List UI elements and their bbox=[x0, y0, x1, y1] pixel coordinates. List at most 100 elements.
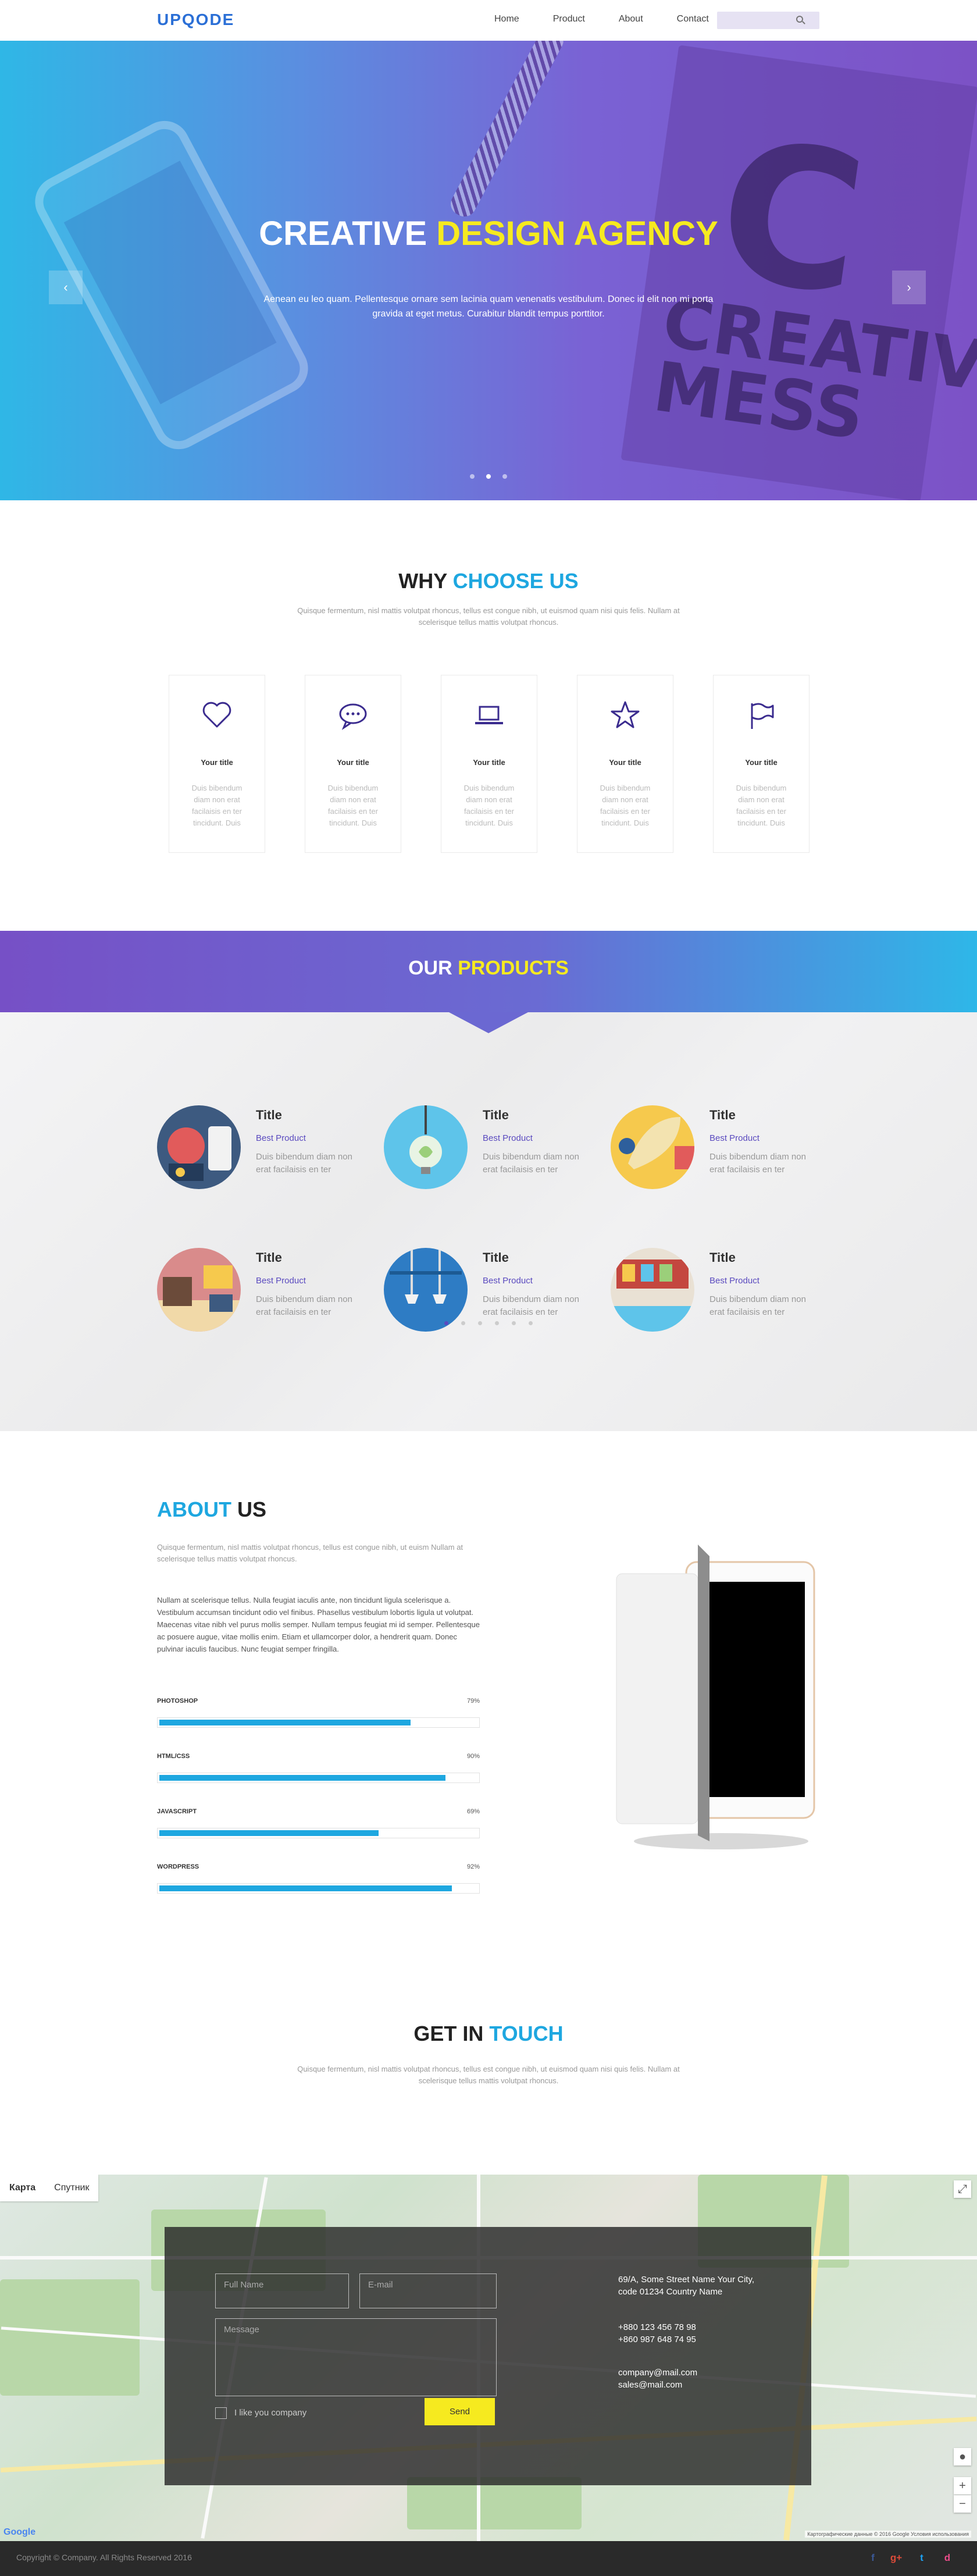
dribbble-icon[interactable]: d bbox=[941, 2552, 954, 2564]
message-field[interactable]: Message bbox=[215, 2318, 497, 2396]
pagination-dot[interactable] bbox=[478, 1321, 482, 1325]
skill-bar bbox=[157, 1828, 480, 1838]
chevron-left-icon: ‹ bbox=[63, 280, 68, 294]
map-type-tabs: Карта Спутник bbox=[0, 2175, 99, 2201]
slider-dots bbox=[0, 471, 977, 482]
about-section: ABOUT US Quisque fermentum, nisl mattis … bbox=[0, 1431, 977, 1983]
skill-bar-fill bbox=[159, 1830, 379, 1836]
skill-bar bbox=[157, 1883, 480, 1894]
product-text: Duis bibendum diam non erat facilaisis e… bbox=[483, 1294, 579, 1317]
pen-illustration bbox=[447, 41, 568, 221]
product-image-bulb bbox=[384, 1105, 468, 1189]
pagination-dot[interactable] bbox=[461, 1321, 465, 1325]
fullscreen-icon[interactable]: ⤢ bbox=[954, 2180, 971, 2198]
skill-bar-fill bbox=[159, 1775, 446, 1781]
feature-card[interactable]: Your title Duis bibendum diam non erat f… bbox=[305, 675, 401, 853]
nav-about[interactable]: About bbox=[619, 14, 643, 24]
contact-form-panel: Full Name E-mail Message I like you comp… bbox=[165, 2227, 811, 2485]
product-text: Duis bibendum diam non erat facilaisis e… bbox=[709, 1294, 806, 1317]
product-text: Duis bibendum diam non erat facilaisis e… bbox=[483, 1152, 579, 1175]
product-subtitle: Best Product bbox=[709, 1276, 760, 1286]
laptop-icon bbox=[475, 706, 503, 724]
search-icon[interactable] bbox=[796, 16, 803, 23]
nav-home[interactable]: Home bbox=[494, 14, 519, 24]
hero-text: Aenean eu leo quam. Pellentesque ornare … bbox=[263, 294, 714, 319]
zoom-out-button[interactable]: − bbox=[954, 2495, 971, 2513]
slider-next-button[interactable]: › bbox=[892, 271, 926, 304]
contact-emails: company@mail.com sales@mail.com bbox=[618, 2368, 698, 2390]
skill-bar-fill bbox=[159, 1720, 411, 1725]
why-section: WHY CHOOSE US Quisque fermentum, nisl ma… bbox=[0, 500, 977, 931]
zoom-in-button[interactable]: + bbox=[954, 2477, 971, 2495]
card-title: Your title bbox=[609, 758, 641, 767]
hero-slider: C CREATIVE MESS CREATIVE DESIGN AGENCY A… bbox=[0, 41, 977, 500]
main-nav: Home Product About Contact bbox=[494, 14, 743, 24]
about-body: Nullam at scelerisque tellus. Nulla feug… bbox=[157, 1596, 480, 1653]
products-section: OUR PRODUCTS Title Best Product Duis bib… bbox=[0, 931, 977, 1431]
pagination-dot[interactable] bbox=[495, 1321, 499, 1325]
chat-icon bbox=[339, 703, 367, 730]
product-item[interactable]: Title Best Product Duis bibendum diam no… bbox=[611, 1105, 820, 1193]
logo[interactable]: UPQODE bbox=[157, 10, 234, 29]
feature-card[interactable]: Your title Duis bibendum diam non erat f… bbox=[577, 675, 673, 853]
product-image-rocket bbox=[611, 1105, 694, 1189]
skill-wordpress: WORDPRESS 92% bbox=[157, 1863, 480, 1894]
skill-label: JAVASCRIPT bbox=[157, 1808, 197, 1815]
twitter-icon[interactable]: t bbox=[915, 2552, 928, 2564]
product-item[interactable]: Title Best Product Duis bibendum diam no… bbox=[157, 1105, 366, 1193]
site-footer: Copyright © Company. All Rights Reserved… bbox=[0, 2541, 977, 2576]
checkbox-label: I like you company bbox=[234, 2408, 307, 2418]
feature-card[interactable]: Your title Duis bibendum diam non erat f… bbox=[713, 675, 810, 853]
card-text: Duis bibendum diam non erat facilaisis e… bbox=[463, 784, 515, 827]
chevron-right-icon: › bbox=[907, 280, 911, 294]
product-title: Title bbox=[256, 1250, 282, 1265]
site-header: UPQODE Home Product About Contact bbox=[0, 0, 977, 41]
product-subtitle: Best Product bbox=[483, 1276, 533, 1286]
feature-card[interactable]: Your title Duis bibendum diam non erat f… bbox=[169, 675, 265, 853]
skill-bar-fill bbox=[159, 1885, 452, 1891]
email-field[interactable]: E-mail bbox=[359, 2273, 497, 2308]
map-tab-map[interactable]: Карта bbox=[0, 2175, 45, 2201]
map[interactable]: Карта Спутник ⤢ ● + − Google Картографич… bbox=[0, 2175, 977, 2541]
product-subtitle: Best Product bbox=[256, 1133, 306, 1143]
skill-bar bbox=[157, 1773, 480, 1783]
card-title: Your title bbox=[337, 758, 369, 767]
slider-dot[interactable] bbox=[502, 474, 507, 479]
like-checkbox[interactable] bbox=[215, 2407, 227, 2419]
card-text: Duis bibendum diam non erat facilaisis e… bbox=[600, 784, 651, 827]
contact-address: 69/A, Some Street Name Your City, code 0… bbox=[618, 2275, 755, 2297]
skill-html-css: HTML/CSS 90% bbox=[157, 1753, 480, 1783]
pagination-dot[interactable] bbox=[512, 1321, 516, 1325]
skill-label: PHOTOSHOP bbox=[157, 1698, 198, 1705]
product-title: Title bbox=[483, 1108, 509, 1122]
skill-bar bbox=[157, 1717, 480, 1728]
nav-contact[interactable]: Contact bbox=[677, 14, 709, 24]
pagination-dot-active[interactable] bbox=[444, 1321, 448, 1325]
heart-icon bbox=[202, 702, 231, 728]
product-subtitle: Best Product bbox=[709, 1133, 760, 1143]
slider-prev-button[interactable]: ‹ bbox=[49, 271, 83, 304]
full-name-field[interactable]: Full Name bbox=[215, 2273, 349, 2308]
products-title: OUR PRODUCTS bbox=[408, 957, 569, 979]
why-title: WHY CHOOSE US bbox=[398, 569, 579, 593]
map-tab-satellite[interactable]: Спутник bbox=[45, 2175, 98, 2201]
slider-dot[interactable] bbox=[470, 474, 475, 479]
slider-dot-active[interactable] bbox=[486, 474, 491, 479]
search-input[interactable] bbox=[717, 12, 819, 29]
flag-icon bbox=[751, 703, 774, 729]
product-item[interactable]: Title Best Product Duis bibendum diam no… bbox=[384, 1105, 593, 1193]
pagination-dot[interactable] bbox=[529, 1321, 533, 1325]
pegman-icon[interactable]: ● bbox=[954, 2448, 971, 2465]
google-logo: Google bbox=[3, 2527, 36, 2537]
nav-product[interactable]: Product bbox=[553, 14, 585, 24]
map-terms[interactable]: Картографические данные © 2016 Google Ус… bbox=[805, 2531, 971, 2538]
products-banner: OUR PRODUCTS bbox=[0, 931, 977, 1033]
card-title: Your title bbox=[201, 758, 233, 767]
facebook-icon[interactable]: f bbox=[867, 2552, 879, 2564]
products-pagination bbox=[0, 1318, 977, 1328]
send-button[interactable]: Send bbox=[425, 2398, 495, 2425]
feature-card[interactable]: Your title Duis bibendum diam non erat f… bbox=[441, 675, 537, 853]
google-plus-icon[interactable]: g+ bbox=[890, 2552, 903, 2564]
skill-javascript: JAVASCRIPT 69% bbox=[157, 1808, 480, 1838]
product-text: Duis bibendum diam non erat facilaisis e… bbox=[256, 1152, 352, 1175]
